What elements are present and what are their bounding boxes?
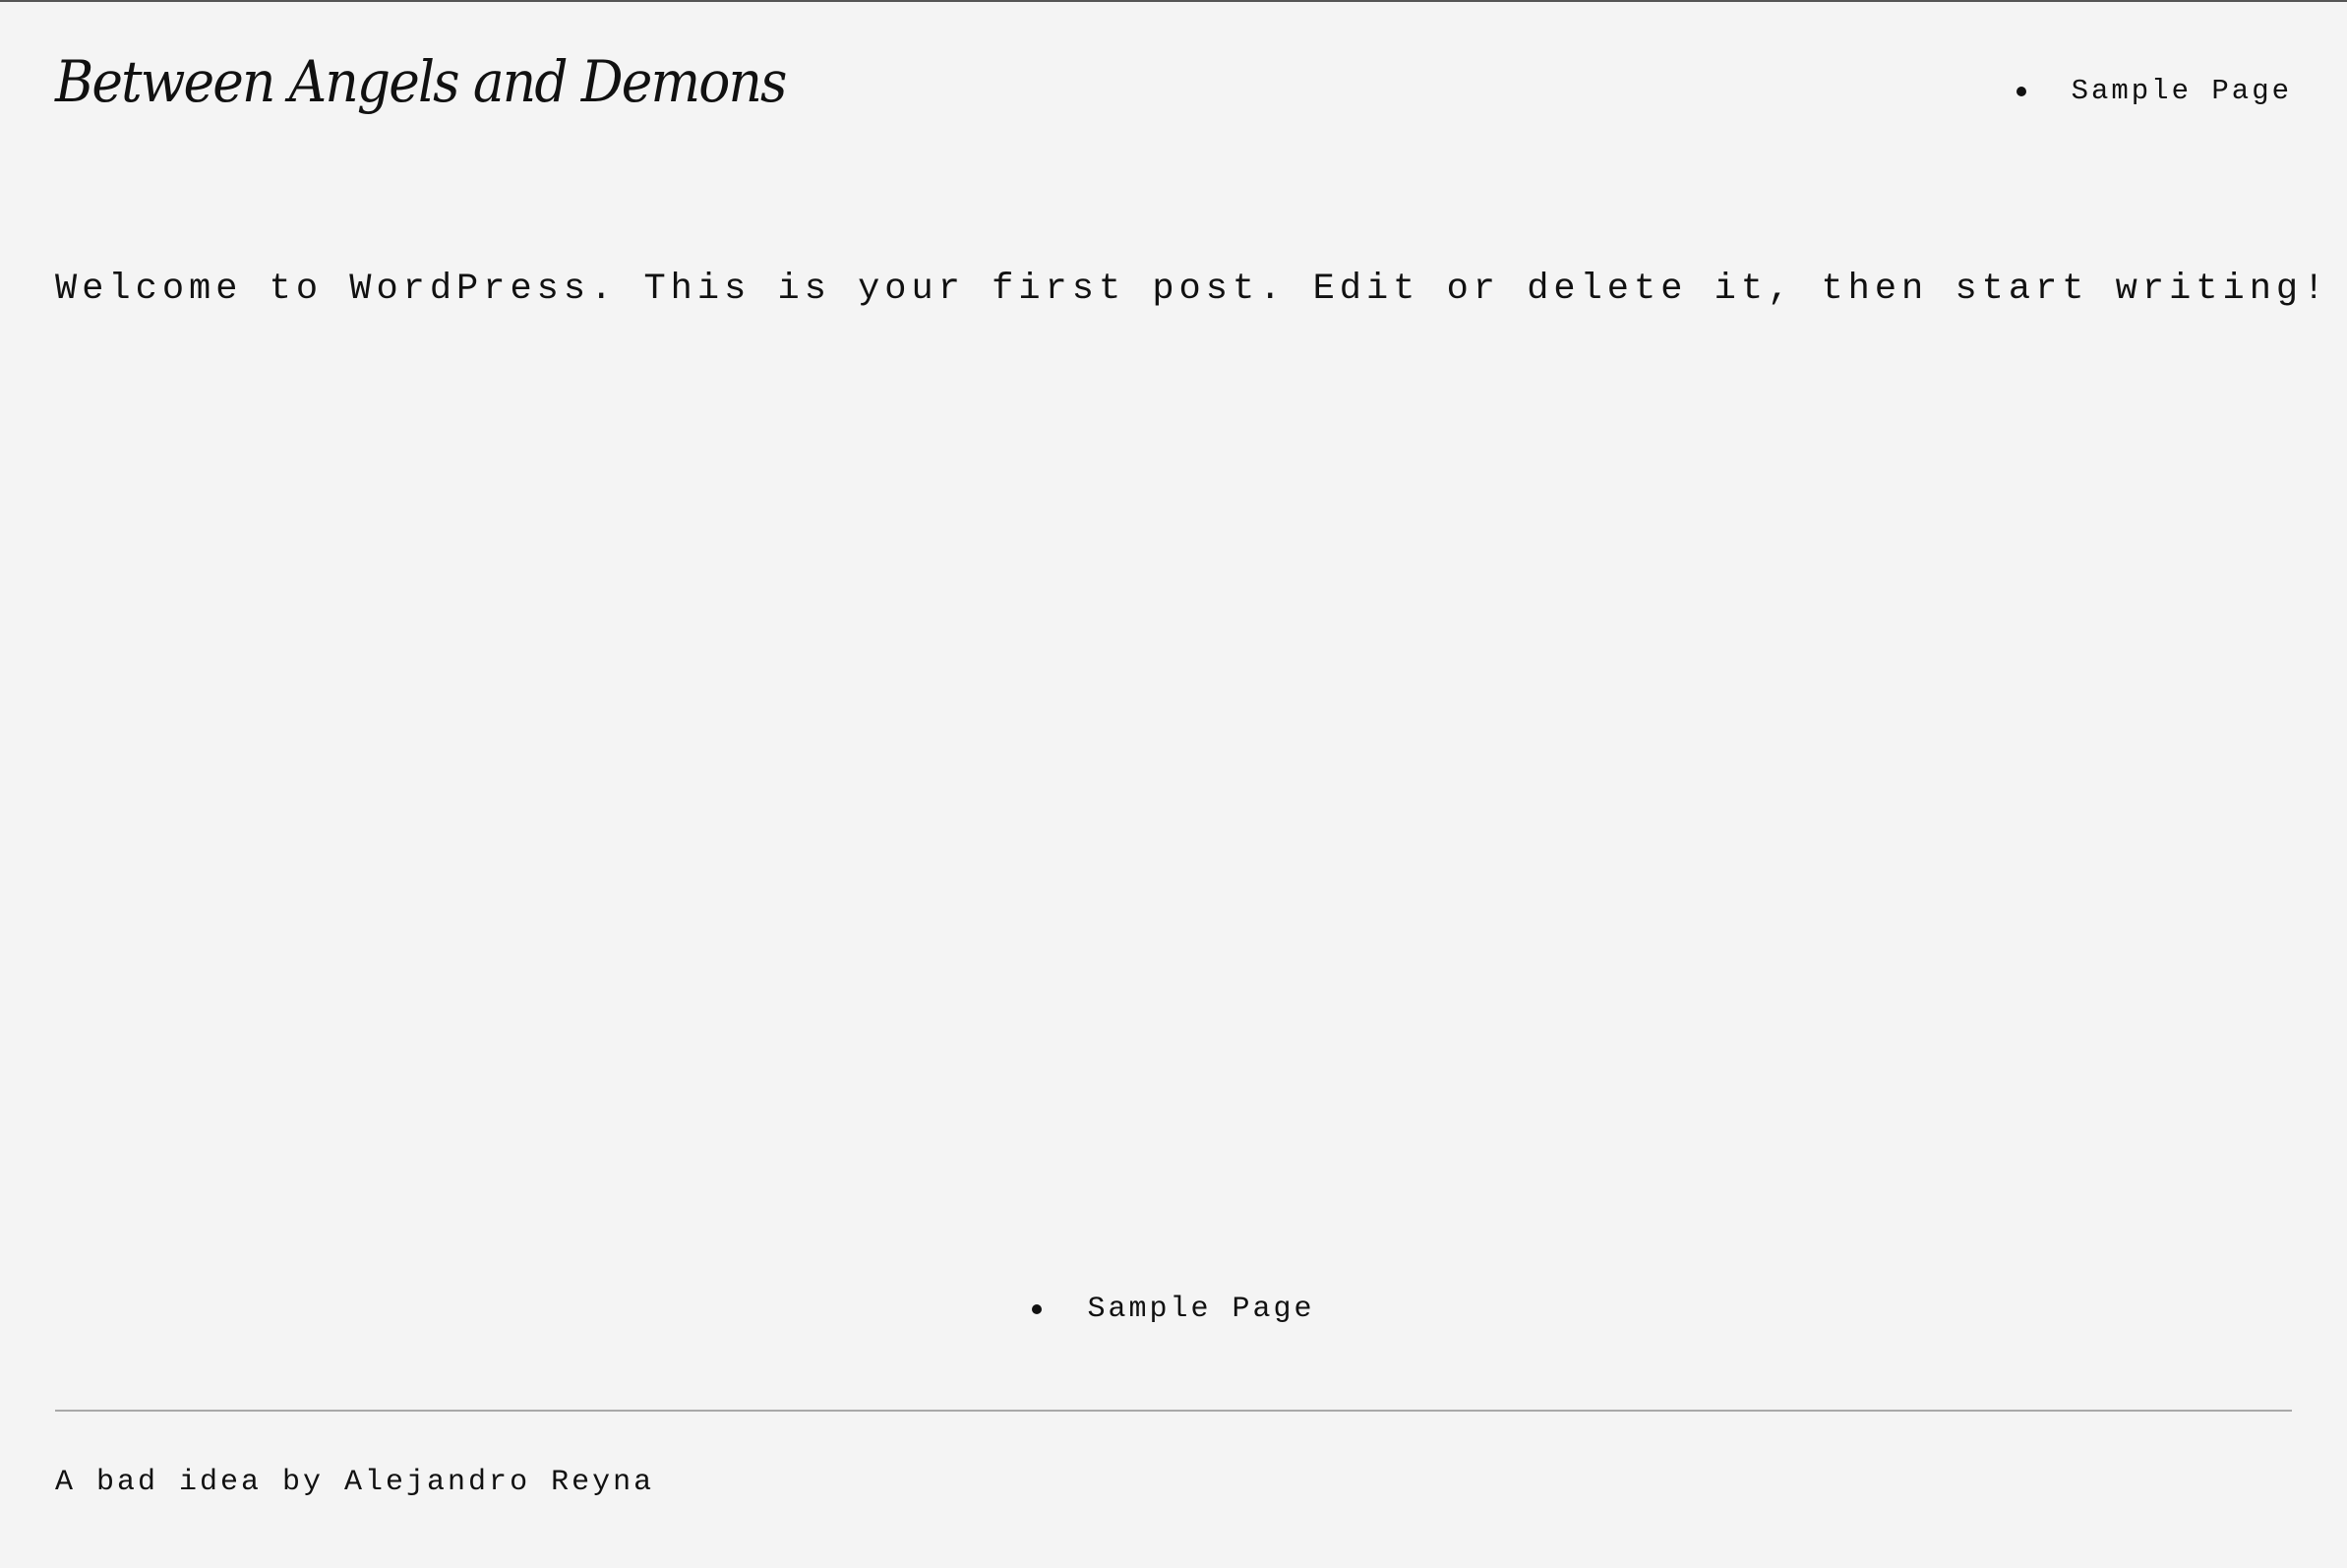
header-navigation: Sample Page	[2016, 75, 2292, 107]
header-nav-list: Sample Page	[2016, 75, 2292, 107]
top-border	[0, 0, 2347, 2]
header-nav-link-sample-page[interactable]: Sample Page	[2072, 75, 2292, 107]
header-nav-item-sample-page: Sample Page	[2016, 75, 2292, 107]
post-content: Welcome to WordPress. This is your first…	[55, 269, 2330, 310]
site-header: Between Angels and Demons Sample Page	[55, 39, 2292, 157]
footer-nav-link-sample-page[interactable]: Sample Page	[1087, 1293, 1314, 1326]
footer-navigation: Sample Page	[0, 1293, 2347, 1326]
footer-credit: A bad idea by Alejandro Reyna	[55, 1466, 655, 1499]
bullet-icon	[1032, 1304, 1043, 1314]
footer-nav-item-sample-page: Sample Page	[1032, 1293, 1314, 1326]
site-title[interactable]: Between Angels and Demons	[55, 53, 787, 110]
footer-nav-list: Sample Page	[1032, 1293, 1314, 1326]
footer-divider	[55, 1410, 2292, 1412]
bullet-icon	[2016, 86, 2026, 96]
